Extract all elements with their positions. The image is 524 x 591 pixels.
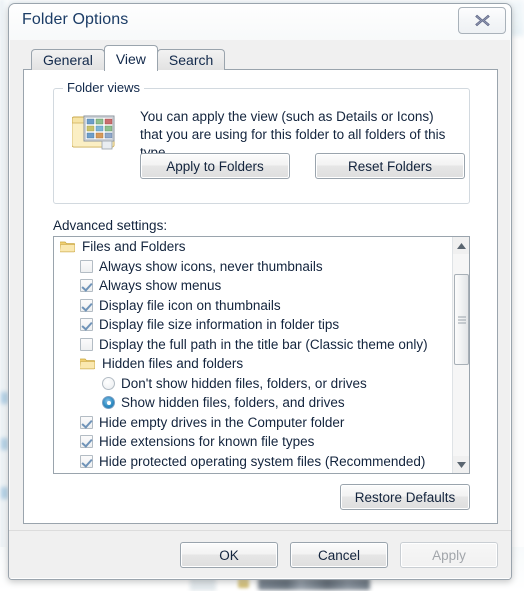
setting-label: Hide empty drives in the Computer folder [99,414,345,430]
dialog-button-bar: OK Cancel Apply [9,530,511,579]
folder-icon [59,240,76,253]
checkbox-indicator[interactable] [80,415,93,429]
setting-label: Hide extensions for known file types [99,434,315,450]
apply-to-folders-button[interactable]: Apply to Folders [140,153,290,179]
scroll-up-button[interactable] [453,237,469,254]
restore-defaults-row: Restore Defaults [53,484,470,510]
cancel-button[interactable]: Cancel [290,542,388,568]
folder-views-legend: Folder views [63,80,144,95]
ok-button[interactable]: OK [180,542,278,568]
checkbox-indicator[interactable] [80,279,93,293]
setting-radio-8[interactable]: Show hidden files, folders, and drives [54,393,451,413]
setting-checkbox-1[interactable]: Always show icons, never thumbnails [54,257,451,277]
checkbox-indicator[interactable] [80,454,93,468]
radio-indicator[interactable] [102,396,115,410]
background-left-blip-3 [1,487,8,499]
background-left-blip-2 [1,438,8,450]
dialog-title: Folder Options [22,11,129,28]
radio-indicator[interactable] [102,376,115,390]
dialog-titlebar: Folder Options [9,4,511,40]
tab-general[interactable]: General [31,49,105,70]
setting-checkbox-2[interactable]: Always show menus [54,276,451,296]
screen: Folder Options General View Search Folde… [0,0,524,591]
cancel-label: Cancel [317,547,361,563]
scroll-up-arrow-icon [457,242,466,249]
tab-search-label: Search [168,52,214,68]
dialog-buttons: OK Cancel Apply [180,542,498,568]
advanced-settings-listbox[interactable]: Files and Folders Always show icons, neve… [53,236,470,474]
setting-label: Display the full path in the title bar (… [99,336,428,352]
setting-label: Files and Folders [82,239,186,255]
apply-to-folders-label: Apply to Folders [166,158,264,174]
reset-folders-label: Reset Folders [347,158,433,174]
setting-label: Always show icons, never thumbnails [99,258,323,274]
folder-views-buttons: Apply to Folders Reset Folders [140,153,465,179]
restore-defaults-label: Restore Defaults [354,489,456,505]
checkbox-indicator[interactable] [80,337,93,351]
checkbox-indicator[interactable] [80,435,93,449]
restore-defaults-button[interactable]: Restore Defaults [340,484,470,510]
close-button[interactable] [458,7,506,34]
tab-search[interactable]: Search [156,49,226,70]
tab-general-label: General [43,52,93,68]
scroll-down-button[interactable] [453,456,469,473]
folder-views-icon [71,111,118,153]
settings-group-0: Files and Folders [54,237,451,257]
tab-strip: General View Search [31,45,226,71]
close-icon [474,14,490,27]
setting-label: Don't show hidden files, folders, or dri… [121,375,367,391]
checkbox-indicator[interactable] [80,318,93,332]
setting-radio-7[interactable]: Don't show hidden files, folders, or dri… [54,374,451,394]
scroll-down-arrow-icon [457,461,466,468]
folder-views-group: Folder views You can apply the view (suc… [53,80,470,204]
reset-folders-button[interactable]: Reset Folders [315,153,465,179]
tab-view-label: View [115,50,146,67]
setting-checkbox-9[interactable]: Hide empty drives in the Computer folder [54,413,451,433]
setting-label: Display file icon on thumbnails [99,297,281,313]
setting-checkbox-3[interactable]: Display file icon on thumbnails [54,296,451,316]
checkbox-indicator[interactable] [80,259,93,273]
scrollbar-grip-icon [458,316,466,324]
tab-view[interactable]: View [103,45,158,71]
setting-checkbox-5[interactable]: Display the full path in the title bar (… [54,335,451,355]
checkbox-indicator[interactable] [80,298,93,312]
folder-icon [79,357,96,370]
settings-group-6: Hidden files and folders [54,354,451,374]
setting-checkbox-4[interactable]: Display file size information in folder … [54,315,451,335]
setting-label: Display file size information in folder … [99,317,340,333]
scrollbar-thumb[interactable] [454,274,469,366]
setting-checkbox-11[interactable]: Hide protected operating system files (R… [54,452,451,472]
setting-label: Hidden files and folders [102,356,244,372]
setting-checkbox-10[interactable]: Hide extensions for known file types [54,432,451,452]
setting-label: Always show menus [99,278,222,294]
apply-button: Apply [400,542,498,568]
background-left-blip-1 [1,392,8,404]
ok-label: OK [219,547,239,563]
advanced-settings-label: Advanced settings: [53,218,168,233]
setting-label: Hide protected operating system files (R… [99,453,426,469]
setting-label: Show hidden files, folders, and drives [121,395,345,411]
advanced-settings-list: Files and Folders Always show icons, neve… [54,237,451,473]
apply-label: Apply [432,547,466,563]
setting-checkbox-12[interactable]: Launch folder windows in a separate proc… [54,471,451,473]
view-tab-page: Folder views You can apply the view (suc… [23,69,498,524]
folder-options-dialog: Folder Options General View Search Folde… [8,3,512,580]
advanced-settings-scrollbar[interactable] [452,237,469,473]
